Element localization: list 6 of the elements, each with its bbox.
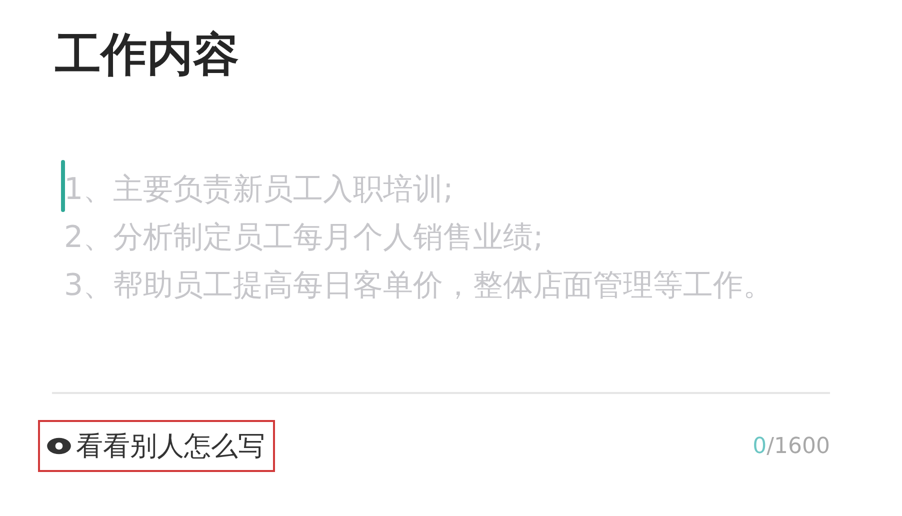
eye-icon	[46, 437, 72, 455]
char-limit: /1600	[766, 434, 830, 458]
example-link[interactable]: 看看别人怎么写	[38, 420, 275, 472]
page-title: 工作内容	[55, 26, 240, 83]
char-count: 0	[752, 434, 767, 458]
text-area[interactable]: 1、主要负责新员工入职培训; 2、分析制定员工每月个人销售业绩; 3、帮助员工提高每日客单价，整体店面管理等工作。	[52, 166, 804, 386]
